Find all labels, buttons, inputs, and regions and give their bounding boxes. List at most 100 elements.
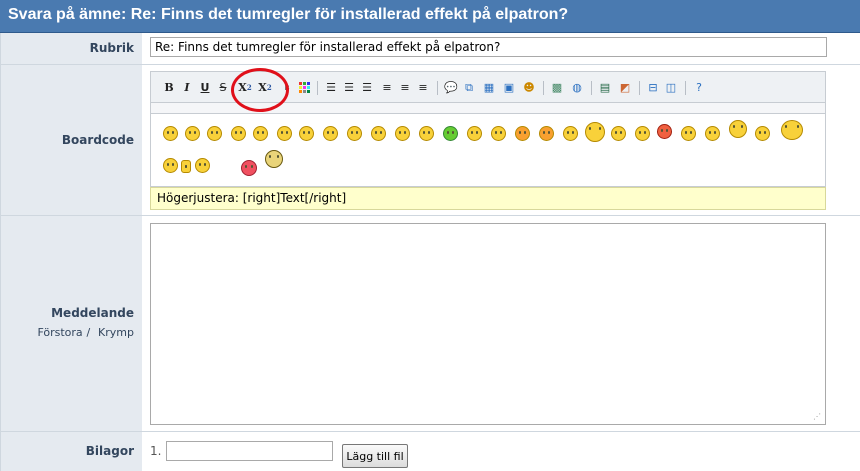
waving-smiley-icon[interactable] — [729, 120, 747, 138]
smiley-icon[interactable] — [163, 126, 178, 141]
attachments-cell: 1. Lägg till fil — [142, 432, 860, 471]
boardcode-label: Boardcode — [61, 133, 134, 147]
smiley-icon[interactable] — [207, 126, 222, 141]
toolbar-strip — [150, 103, 826, 113]
smiley-icon[interactable] — [163, 158, 178, 173]
subject-label: Rubrik — [89, 41, 134, 55]
attachments-label-cell: Bilagor — [0, 432, 143, 471]
smiley-icon[interactable] — [371, 126, 386, 141]
attachments-row: Bilagor 1. Lägg till fil — [0, 432, 860, 471]
page-title: Svara på ämne: Re: Finns det tumregler f… — [8, 6, 569, 23]
align-center-icon[interactable]: ≡ — [397, 80, 413, 96]
color-palette-icon[interactable] — [297, 80, 313, 96]
add-file-button[interactable]: Lägg till fil — [342, 444, 408, 468]
columns-icon[interactable]: ◫ — [663, 80, 679, 96]
smiley-icon[interactable] — [705, 126, 720, 141]
thumbs-up-icon[interactable] — [181, 160, 191, 173]
resize-grip-icon[interactable]: ⋰ — [813, 412, 823, 422]
superscript-mark: 2 — [266, 83, 272, 92]
toolbar-separator — [591, 81, 592, 95]
boardcode-label-cell: Boardcode — [0, 65, 143, 215]
strike-button[interactable]: S — [215, 80, 231, 96]
smiley-icon[interactable] — [195, 158, 210, 173]
love-smiley-icon[interactable] — [241, 160, 257, 176]
italic-button[interactable]: I — [179, 80, 195, 96]
subject-cell: Re: Finns det tumregler för installerad … — [142, 33, 860, 64]
color-palette-svg — [299, 82, 310, 93]
smiley-icon[interactable] — [539, 126, 554, 141]
align-right-icon[interactable]: ≡ — [415, 80, 431, 96]
bold-button[interactable]: B — [161, 80, 177, 96]
smiley-icon[interactable] — [681, 126, 696, 141]
message-label-cell: Meddelande Förstora / Krymp — [0, 216, 143, 431]
sick-smiley-icon[interactable] — [443, 126, 458, 141]
list-numbered-icon[interactable]: ☰ — [341, 80, 357, 96]
code-icon[interactable]: ⧉ — [461, 80, 477, 96]
smiley-icon[interactable] — [491, 126, 506, 141]
toolbar-separator — [437, 81, 438, 95]
message-row: Meddelande Förstora / Krymp ⋰ — [0, 216, 860, 432]
subscript-button[interactable]: X2 — [237, 80, 253, 96]
thumbs-smiley-icon[interactable] — [781, 120, 803, 140]
flash-icon[interactable]: ◩ — [617, 80, 633, 96]
message-textarea[interactable]: ⋰ — [150, 223, 826, 425]
align-left-icon[interactable]: ≡ — [379, 80, 395, 96]
image-icon[interactable]: ▩ — [549, 80, 565, 96]
message-label: Meddelande — [51, 306, 134, 320]
film-icon[interactable]: ▤ — [597, 80, 613, 96]
laughing-smiley-icon[interactable] — [265, 150, 283, 168]
underline-button[interactable]: U — [197, 80, 213, 96]
superscript-button-x: X — [258, 81, 267, 94]
subject-label-cell: Rubrik — [0, 33, 143, 64]
message-cell: ⋰ — [142, 216, 860, 431]
boardcode-hint: Högerjustera: [right]Text[/right] — [150, 187, 826, 210]
smiley-icon[interactable] — [253, 126, 268, 141]
smiley-icon[interactable] — [755, 126, 770, 141]
smiley-icon[interactable] — [635, 126, 650, 141]
user-icon[interactable]: ☻ — [521, 80, 537, 96]
smiley-icon[interactable] — [323, 126, 338, 141]
horizontal-rule-icon[interactable]: ⊟ — [645, 80, 661, 96]
smiley-icon[interactable] — [395, 126, 410, 141]
toolbar-separator — [543, 81, 544, 95]
superscript-button[interactable]: X2 — [257, 80, 273, 96]
list-bullet-icon[interactable]: ☰ — [323, 80, 339, 96]
shrink-link[interactable]: Krymp — [98, 326, 134, 339]
smiley-icon[interactable] — [347, 126, 362, 141]
boardcode-toolbar: B I U S X2 X2 ʙ ☰ ☰ ☰ ≡ ≡ ≡ 💬 ⧉ ▦ ▣ ☻ ▩ … — [150, 71, 826, 103]
enlarge-link[interactable]: Förstora — [37, 326, 82, 339]
help-icon[interactable]: ? — [691, 80, 707, 96]
attachments-label: Bilagor — [85, 444, 134, 458]
smiley-icon[interactable] — [563, 126, 578, 141]
toolbar-separator — [639, 81, 640, 95]
subject-input[interactable]: Re: Finns det tumregler för installerad … — [150, 37, 827, 57]
resize-links: Förstora / Krymp — [37, 325, 134, 339]
attachment-file-input[interactable] — [166, 441, 333, 461]
resize-separator: / — [86, 326, 91, 339]
smiley-panel — [150, 113, 826, 187]
table-icon[interactable]: ▦ — [481, 80, 497, 96]
smiley-icon[interactable] — [419, 126, 434, 141]
toolbar-separator — [685, 81, 686, 95]
smiley-icon[interactable] — [299, 126, 314, 141]
shocked-smiley-icon[interactable] — [585, 122, 605, 142]
smiley-icon[interactable] — [277, 126, 292, 141]
quote-icon[interactable]: 💬 — [443, 80, 459, 96]
subject-row: Rubrik Re: Finns det tumregler för insta… — [0, 33, 860, 65]
subscript-mark: 2 — [246, 83, 252, 92]
smiley-icon[interactable] — [185, 126, 200, 141]
smiley-icon[interactable] — [611, 126, 626, 141]
toolbar-separator — [317, 81, 318, 95]
page-header: Svara på ämne: Re: Finns det tumregler f… — [0, 0, 860, 33]
window-icon[interactable]: ▣ — [501, 80, 517, 96]
devil-smiley-icon[interactable] — [657, 124, 672, 139]
smiley-icon[interactable] — [515, 126, 530, 141]
smiley-icon[interactable] — [467, 126, 482, 141]
subscript-button-x: X — [238, 81, 247, 94]
smiley-icon[interactable] — [231, 126, 246, 141]
font-size-icon[interactable]: ʙ — [279, 80, 295, 96]
web-image-icon[interactable]: ◍ — [569, 80, 585, 96]
boardcode-cell: B I U S X2 X2 ʙ ☰ ☰ ☰ ≡ ≡ ≡ 💬 ⧉ ▦ ▣ ☻ ▩ … — [142, 65, 860, 215]
attachment-index: 1. — [150, 444, 162, 458]
list-item-icon[interactable]: ☰ — [359, 80, 375, 96]
